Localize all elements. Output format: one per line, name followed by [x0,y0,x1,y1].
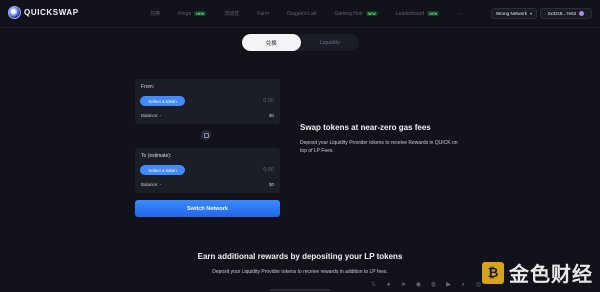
more-icon: ··· [457,10,463,17]
watermark-mark: ₿ [487,265,499,280]
jinse-watermark: ₿ 金色财经 [482,258,593,287]
switch-network-button[interactable]: Switch Network [135,200,280,217]
watermark-logo-icon: ₿ [482,261,504,284]
from-label: From: [141,84,155,90]
nav-gaming-hub[interactable]: Gaming Hub NEW [335,11,378,17]
new-badge: NEW [365,11,378,16]
wallet-button[interactable]: 0x32c8...7e63 [540,8,592,19]
quickswap-logo-icon [8,6,21,19]
network-label: Wrong Network [496,11,527,16]
nav-swap-label: 兑换 [150,11,161,17]
nav-farm[interactable]: Farm [257,11,269,17]
social-icons: 𝕏 ● ➤ ◉ ◍ ▶ ◐ ◎ [370,281,490,289]
from-card: From: Select a token 0.00 Balance: - $0 [135,79,280,124]
from-balance: Balance: - [141,113,162,118]
from-select-token-button[interactable]: Select a token [140,96,185,106]
nav-liquidity-label: 流动性 [224,11,240,17]
swap-arrows-icon [203,132,209,138]
to-amount-input[interactable]: 0.00 [263,167,274,173]
new-badge: NEW [194,11,207,16]
horizontal-scrollbar[interactable] [270,289,330,291]
info-text: Deposit your Liquidity Provider tokens t… [300,140,458,154]
info-title: Swap tokens at near-zero gas fees [300,123,431,132]
nav-swap[interactable]: 兑换 [150,10,160,17]
medium-icon[interactable]: ● [385,282,392,288]
wallet-address: 0x32c8...7e63 [547,11,577,16]
nav-leaderboard-label: Leaderboard [395,10,425,17]
telegram-icon[interactable]: ➤ [400,281,407,288]
main-nav: 兑换 Perps NEW 流动性 Farm Dragon's Lair Gamin… [150,10,480,18]
youtube-icon[interactable]: ▶ [445,281,452,288]
coingecko-icon[interactable]: ◐ [460,282,467,288]
swap-liquidity-tabs: 兑换 Liquidity [242,34,359,51]
switch-direction-icon[interactable] [201,130,211,140]
watermark-text: 金色财经 [509,264,593,286]
to-label: To (estimate): [141,153,172,159]
from-amount-input[interactable]: 0.00 [263,98,274,104]
quickswap-logo[interactable]: QUICKSWAP [8,6,79,19]
from-usd-value: $0 [268,113,274,118]
logo-text: QUICKSWAP [24,8,79,17]
coinmarketcap-icon[interactable]: ◎ [475,281,482,288]
chevron-down-icon: ▾ [529,11,532,16]
tab-swap[interactable]: 兑换 [242,34,301,51]
to-card: To (estimate): Select a token 0.00 Balan… [135,148,280,193]
discord-icon[interactable]: ◉ [415,281,422,288]
x-icon[interactable]: 𝕏 [370,281,377,288]
nav-leaderboard[interactable]: Leaderboard NEW [396,11,440,17]
nav-dragons-lair[interactable]: Dragon's Lair [287,11,317,17]
nav-liquidity[interactable]: 流动性 [224,10,239,17]
nav-farm-label: Farm [257,10,269,17]
to-balance: Balance: - [141,182,162,187]
top-navbar: QUICKSWAP 兑换 Perps NEW 流动性 Farm Dragon's … [0,0,600,28]
nav-gaming-hub-label: Gaming Hub [334,10,363,17]
reddit-icon[interactable]: ◍ [430,281,437,288]
to-usd-value: $0 [268,182,274,187]
nav-dragons-lair-label: Dragon's Lair [286,10,317,17]
nav-perps[interactable]: Perps NEW [178,10,207,17]
wrong-network-button[interactable]: Wrong Network ▾ [491,8,537,19]
wallet-avatar-icon [579,11,585,16]
nav-more[interactable]: ··· [457,11,462,17]
new-badge: NEW [427,11,440,16]
nav-perps-label: Perps [178,10,192,17]
tab-liquidity[interactable]: Liquidity [301,34,360,51]
to-select-token-button[interactable]: Select a token [140,165,185,175]
